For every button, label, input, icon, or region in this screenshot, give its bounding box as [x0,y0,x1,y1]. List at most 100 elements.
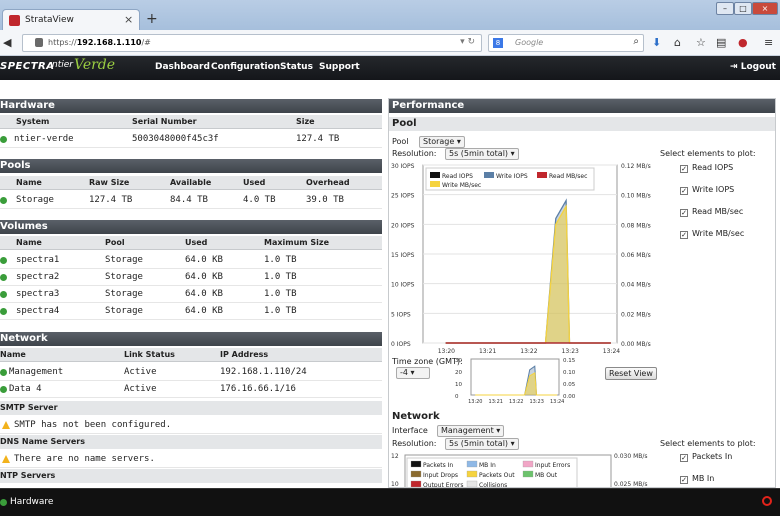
cell-system: ntier-verde [14,134,74,144]
checkbox-write-mb[interactable]: ✓ Write MB/sec [680,229,744,239]
checkbox-read-iops[interactable]: ✓ Read IOPS [680,163,733,173]
new-tab-button[interactable]: + [146,11,158,27]
net-y-left-label: 12 [391,453,399,460]
footer-bar: Hardware [0,488,780,516]
bookmark-star-icon[interactable]: ☆ [696,36,706,49]
status-ok-icon [0,136,7,143]
table-row[interactable]: spectra2 Storage 64.0 KB 1.0 TB [0,269,382,286]
addon-icon[interactable]: ● [738,36,748,49]
status-ok-icon [0,257,7,264]
ntp-header: NTP Servers [0,469,382,483]
footer-hardware-label[interactable]: Hardware [10,497,53,507]
cell-used: 64.0 KB [185,289,223,299]
interface-select[interactable]: Management ▾ [437,425,505,437]
power-icon[interactable] [762,496,772,506]
network-legend-swatch [522,460,534,468]
network-panel-title: Network [0,332,382,346]
url-bar[interactable]: https://192.168.1.110/# ▾ ↻ [22,34,482,52]
search-placeholder: Google [515,38,544,47]
cell-used: 64.0 KB [185,255,223,265]
pool-section-bar [389,117,775,131]
y-left-tick-label: 15 IOPS [391,252,415,259]
y-left-tick-label: 10 IOPS [391,282,415,289]
legend-swatch [430,172,440,178]
network-legend-label: MB Out [535,472,558,479]
search-bar[interactable]: 8 Google ⌕ [488,34,644,52]
status-ok-icon [0,499,7,506]
table-row[interactable]: spectra3 Storage 64.0 KB 1.0 TB [0,286,382,303]
timezone-select[interactable]: -4 ▾ [396,367,430,379]
nav-configuration[interactable]: Configuration [211,62,280,72]
table-row[interactable]: Management Active 192.168.1.110/24 [0,364,382,381]
y-left-tick-label: 30 IOPS [391,163,415,170]
browser-tab[interactable]: StrataView × [2,9,140,30]
checkbox-mb-in[interactable]: ✓ MB In [680,474,714,484]
cell-link-status: Active [124,384,157,394]
close-window-button[interactable]: × [752,2,778,15]
overview-y-right-label: 0.05 [563,382,576,388]
network-legend-swatch [466,470,478,478]
close-tab-icon[interactable]: × [124,13,133,26]
y-right-tick-label: 0.02 MB/s [621,311,651,318]
select-elements-label: Select elements to plot: [660,149,756,158]
col-used: Used [185,238,208,247]
nav-dashboard[interactable]: Dashboard [155,62,210,72]
hardware-header: System Serial Number Size [0,115,382,129]
net-y-left-label: 10 [391,481,399,487]
pool-label: Pool [392,137,409,146]
maximize-button[interactable]: □ [734,2,752,15]
warning-icon [2,455,10,463]
back-icon[interactable]: ◀ [3,36,11,49]
network-chart[interactable]: 12 10 0.030 MB/s 0.025 MB/s Packets In MB In I… [389,449,659,487]
pools-header: Name Raw Size Available Used Overhead [0,176,382,190]
reload-icon[interactable]: ▾ ↻ [460,37,475,47]
overview-y-left-label: 0 [455,394,459,400]
browser-titlebar: StrataView × + – □ × [0,0,780,30]
cell-name: spectra1 [16,255,60,265]
table-row[interactable]: Storage 127.4 TB 84.4 TB 4.0 TB 39.0 TB [0,192,382,209]
overview-x-tick-label: 13:23 [529,399,543,405]
minimize-button[interactable]: – [716,2,734,15]
logout-button[interactable]: ⇥ Logout [730,62,776,72]
overview-chart[interactable]: 30 0.15 20 0.10 10 0.05 0 0.00 13:20 13:21 13:22 13… [453,355,603,409]
reset-view-button[interactable]: Reset View [605,367,657,380]
nav-support[interactable]: Support [319,62,360,72]
cell-used: 64.0 KB [185,306,223,316]
net-select-elements-label: Select elements to plot: [660,439,756,448]
nav-status[interactable]: Status [280,62,313,72]
search-icon[interactable]: ⌕ [633,36,639,47]
cell-available: 84.4 TB [170,195,208,205]
url-text: https://192.168.1.110/# [48,38,151,47]
spectra-logo: SPECTRA [0,61,55,72]
pool-select[interactable]: Storage ▾ [419,136,465,148]
favicon-icon [9,15,20,26]
table-row[interactable]: Data 4 Active 176.16.66.1/16 [0,381,382,398]
table-row[interactable]: spectra4 Storage 64.0 KB 1.0 TB [0,303,382,320]
checkbox-packets-in[interactable]: ✓ Packets In [680,452,732,462]
pool-chart[interactable]: 30 IOPS 0.12 MB/s 25 IOPS 0.10 MB/s 20 IOPS 0… [389,159,659,355]
dns-message-row: There are no name servers. [0,451,382,468]
status-ok-icon [0,197,7,204]
hardware-panel-title: Hardware [0,99,382,113]
table-row[interactable]: spectra1 Storage 64.0 KB 1.0 TB [0,252,382,269]
bookmarks-icon[interactable]: ▤ [716,36,726,49]
col-max-size: Maximum Size [264,238,329,247]
tab-title: StrataView [25,15,74,25]
cell-overhead: 39.0 TB [306,195,344,205]
checkbox-write-iops[interactable]: ✓ Write IOPS [680,185,734,195]
y-right-tick-label: 0.12 MB/s [621,163,651,170]
network-legend-swatch [410,480,422,487]
overview-x-tick-label: 13:22 [509,399,523,405]
home-icon[interactable]: ⌂ [674,36,681,49]
legend-label: Read MB/sec [549,173,587,180]
table-row[interactable]: ntier-verde 5003048000f45c3f 127.4 TB [0,131,382,148]
checkbox-read-mb[interactable]: ✓ Read MB/sec [680,207,743,217]
overview-plot-area [470,358,560,396]
cell-pool: Storage [105,272,143,282]
col-raw-size: Raw Size [89,178,130,187]
menu-icon[interactable]: ≡ [764,36,773,49]
pools-panel-title: Pools [0,159,382,173]
network-legend-label: MB In [479,462,496,469]
verde-logo: Verde [74,57,116,73]
download-icon[interactable]: ⬇ [652,36,661,49]
